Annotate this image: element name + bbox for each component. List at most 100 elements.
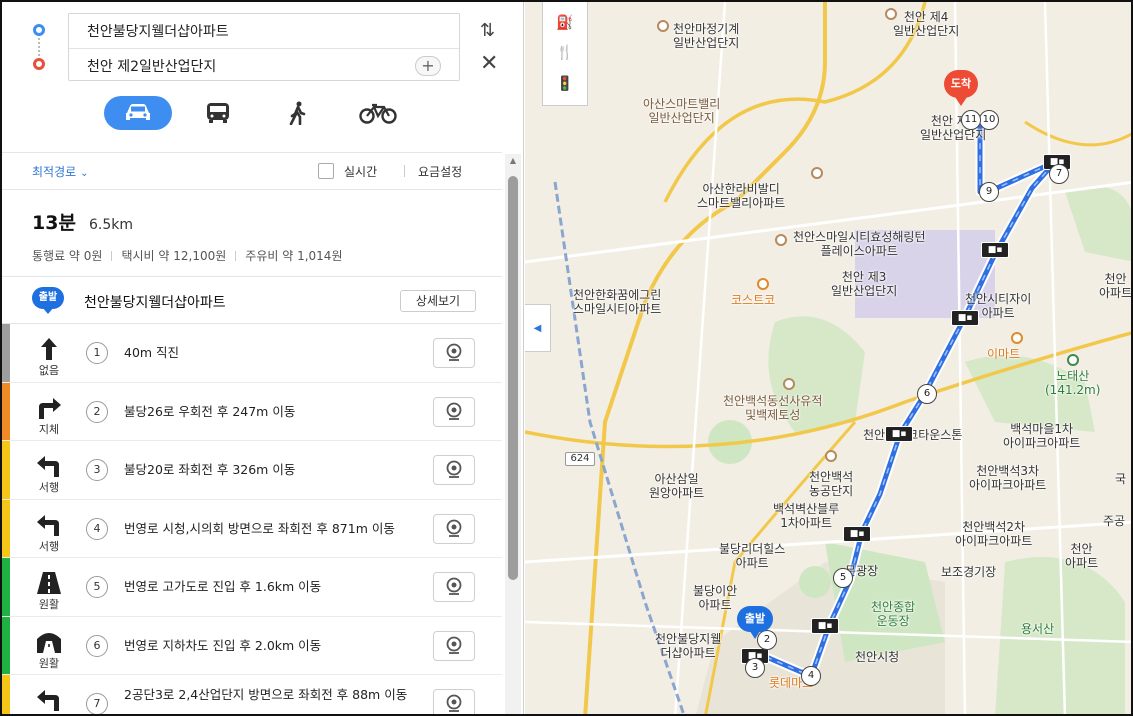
map-tools: ⛽ 🍴 🚦 bbox=[542, 2, 588, 106]
roadview-button[interactable] bbox=[433, 513, 475, 544]
step-marker-6[interactable]: 6 bbox=[917, 384, 937, 404]
step-row[interactable]: 지체 2 불당26로 우회전 후 247m 이동 bbox=[2, 382, 502, 441]
traffic-bar bbox=[2, 499, 10, 557]
turn-left-icon bbox=[32, 687, 66, 713]
roadview-button[interactable] bbox=[433, 689, 475, 714]
roadview-icon bbox=[446, 343, 462, 361]
roadview-button[interactable] bbox=[433, 396, 475, 427]
map-label[interactable]: 이마트 bbox=[987, 347, 1020, 361]
step-instruction: 2공단3로 2,4산업단지 방면으로 좌회전 후 88m 이동 bbox=[124, 687, 408, 702]
mode-transit-button[interactable] bbox=[184, 96, 252, 130]
map-label[interactable]: 아산삼일 원앙아파트 bbox=[649, 472, 704, 500]
map-label[interactable]: 천안시청 bbox=[855, 650, 899, 664]
map-label[interactable]: 노태산 (141.2m) bbox=[1045, 369, 1100, 397]
roadview-button[interactable] bbox=[433, 338, 475, 368]
mode-walk-button[interactable] bbox=[264, 96, 332, 130]
step-row[interactable]: 원활 6 번영로 지하차도 진입 후 2.0km 이동 bbox=[2, 616, 502, 675]
gas-station-icon[interactable]: ⛽ bbox=[556, 15, 573, 31]
map-view[interactable]: ⛽ 🍴 🚦 ◀ 624 천안마정기계 일반산업단지 천안 제4 일반산업단지 아… bbox=[525, 2, 1131, 714]
map-label[interactable]: 천안스마일시티효성해링턴 플레이스아파트 bbox=[793, 230, 925, 258]
map-label[interactable]: 주공 bbox=[1103, 514, 1125, 528]
restaurant-icon[interactable]: 🍴 bbox=[556, 45, 573, 61]
step-marker-7[interactable]: 7 bbox=[1049, 164, 1069, 184]
traffic-bar bbox=[2, 441, 10, 499]
map-label[interactable]: 천안백석2차 아이파크아파트 bbox=[955, 520, 1032, 548]
map-label[interactable]: 천안 제3 일반산업단지 bbox=[831, 270, 897, 298]
mode-bike-button[interactable] bbox=[344, 96, 412, 130]
poi-icon bbox=[657, 20, 669, 32]
cctv-icon[interactable]: ■▪ bbox=[951, 310, 979, 326]
map-label[interactable]: 불당리더힐스 아파트 bbox=[719, 542, 785, 570]
map-label[interactable]: 아산한라비발디 스마트밸리아파트 bbox=[697, 182, 785, 210]
map-label[interactable]: 천안백석3차 아이파크아파트 bbox=[969, 464, 1046, 492]
map-label[interactable]: 천안 제4 일반산업단지 bbox=[893, 10, 959, 38]
turn-right-icon bbox=[32, 395, 66, 421]
step-row[interactable]: 없음 1 40m 직진 bbox=[2, 324, 502, 383]
route-type-dropdown[interactable]: 최적경로 ⌄ bbox=[32, 163, 89, 180]
roadview-button[interactable] bbox=[433, 572, 475, 602]
add-waypoint-button[interactable]: + bbox=[415, 56, 441, 76]
step-marker-3[interactable]: 3 bbox=[745, 658, 765, 678]
cctv-icon[interactable]: ■▪ bbox=[811, 618, 839, 634]
scrollbar-thumb[interactable] bbox=[508, 176, 518, 580]
step-marker-5[interactable]: 5 bbox=[833, 568, 853, 588]
roadview-icon bbox=[446, 519, 462, 537]
travel-distance: 6.5km bbox=[89, 217, 134, 233]
map-label[interactable]: 천안한화꿈에그린 스마일시티아파트 bbox=[573, 288, 661, 316]
cctv-icon[interactable]: ■▪ bbox=[885, 426, 913, 442]
route-summary: 13분 6.5km 통행료 약 0원 택시비 약 12,100원 주유비 약 1… bbox=[32, 208, 502, 264]
step-row[interactable]: 서행 3 불당20로 좌회전 후 326m 이동 bbox=[2, 441, 502, 500]
map-label[interactable]: 보조경기장 bbox=[941, 565, 996, 579]
step-number: 4 bbox=[86, 517, 108, 540]
divider bbox=[404, 165, 405, 177]
step-row[interactable]: 7 2공단3로 2,4산업단지 방면으로 좌회전 후 88m 이동 bbox=[2, 675, 502, 714]
mountain-icon bbox=[1067, 354, 1079, 366]
map-label[interactable]: 천안종합 운동장 bbox=[871, 600, 915, 628]
traffic-status: 지체 bbox=[38, 422, 60, 436]
cctv-icon[interactable]: ■▪ bbox=[843, 526, 871, 542]
traffic-light-icon[interactable]: 🚦 bbox=[556, 76, 573, 92]
map-label[interactable]: 용서산 bbox=[1021, 622, 1054, 636]
step-row[interactable]: 원활 5 번영로 고가도로 진입 후 1.6km 이동 bbox=[2, 558, 502, 617]
destination-input[interactable]: 천안 제2일반산업단지 + bbox=[69, 48, 459, 82]
map-label[interactable]: 천안백석동선사유적 및백제토성 bbox=[723, 394, 822, 422]
taxi-cost: 택시비 약 12,100원 bbox=[121, 249, 227, 263]
roadview-button[interactable] bbox=[433, 630, 475, 661]
collapse-panel-button[interactable]: ◀ bbox=[525, 304, 551, 352]
origin-input[interactable]: 천안불당지웰더샵아파트 bbox=[69, 14, 459, 48]
map-label[interactable]: 백석벽산블루 1차아파트 bbox=[773, 502, 839, 530]
scroll-up-icon[interactable]: ▲ bbox=[505, 156, 521, 166]
map-label[interactable]: 천안마정기계 일반산업단지 bbox=[673, 22, 739, 50]
map-label[interactable]: 국 bbox=[1115, 472, 1126, 486]
map-label[interactable]: 아산스마트밸리 일반산업단지 bbox=[643, 97, 720, 125]
step-row[interactable]: 서행 4 번영로 시청,시의회 방면으로 좌회전 후 871m 이동 bbox=[2, 499, 502, 558]
map-label[interactable]: 천안불당지웰 더샵아파트 bbox=[655, 632, 721, 660]
fee-settings-link[interactable]: 요금설정 bbox=[418, 163, 462, 180]
map-label[interactable]: 천안 아파트 bbox=[1065, 542, 1098, 570]
map-label[interactable]: 천안백석 농공단지 bbox=[809, 470, 853, 498]
map-label[interactable]: 천안 아파트 bbox=[1099, 272, 1131, 300]
realtime-toggle[interactable]: 실시간 bbox=[318, 163, 377, 180]
realtime-checkbox[interactable] bbox=[318, 163, 334, 179]
destination-pin[interactable]: 도착 bbox=[941, 70, 981, 114]
emart-icon bbox=[1011, 332, 1023, 344]
cctv-icon[interactable]: ■▪ bbox=[981, 242, 1009, 258]
step-marker-4[interactable]: 4 bbox=[801, 666, 821, 686]
close-icon[interactable]: ✕ bbox=[480, 53, 498, 75]
roadview-icon bbox=[446, 577, 462, 595]
roadview-button[interactable] bbox=[433, 455, 475, 485]
origin-pin[interactable]: 출발 bbox=[735, 606, 775, 650]
divider bbox=[111, 250, 113, 261]
divider bbox=[235, 250, 237, 261]
map-label[interactable]: 불당이안 아파트 bbox=[693, 584, 737, 612]
scrollbar[interactable]: ▲ bbox=[505, 154, 521, 714]
step-marker-9[interactable]: 9 bbox=[979, 182, 999, 202]
map-label[interactable]: 백석마을1차 아이파크아파트 bbox=[1003, 422, 1080, 450]
traffic-status: 원활 bbox=[38, 598, 60, 611]
swap-icon[interactable]: ⇅ bbox=[480, 20, 495, 41]
map-label[interactable]: 코스트코 bbox=[731, 293, 775, 307]
detail-view-button[interactable]: 상세보기 bbox=[400, 290, 476, 312]
mode-car-button[interactable] bbox=[104, 96, 172, 130]
toll-cost: 통행료 약 0원 bbox=[32, 249, 103, 263]
step-marker-10[interactable]: 10 bbox=[979, 110, 999, 130]
